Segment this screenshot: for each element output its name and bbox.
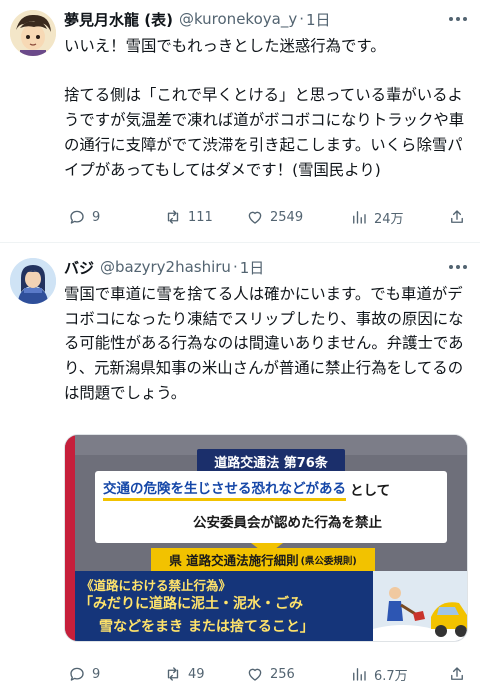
heart-icon bbox=[248, 668, 262, 681]
prohibited-acts-quote: 「みだりに道路に泥土・泥水・ごみ bbox=[79, 596, 303, 612]
separator: · bbox=[232, 258, 238, 276]
reply-icon bbox=[70, 667, 84, 681]
reply-count: 9 bbox=[92, 666, 101, 682]
share-icon bbox=[451, 667, 463, 680]
views-chart-icon bbox=[353, 211, 366, 224]
like-button[interactable]: 2549 bbox=[246, 208, 303, 226]
avatar-illustration-icon bbox=[10, 258, 56, 304]
views-button[interactable]: 24万 bbox=[350, 208, 404, 227]
tweet-header: 夢見月水龍 (表) @kuronekoya_y · 1日 bbox=[64, 8, 331, 30]
display-name[interactable]: バジ bbox=[64, 257, 94, 278]
tweet-paragraph: 捨てる側は「これで早くとける」と思っている輩がいるようですが気温差で凍れば道がボ… bbox=[64, 86, 465, 179]
avatar[interactable] bbox=[10, 10, 56, 56]
regulation-title: 県 道路交通法施行細則 (県公委規則) bbox=[151, 548, 375, 571]
tweet-divider bbox=[0, 242, 480, 243]
like-count: 256 bbox=[270, 666, 295, 682]
share-button[interactable] bbox=[448, 665, 466, 683]
retweet-count: 49 bbox=[188, 666, 205, 682]
retweet-button[interactable]: 111 bbox=[164, 208, 213, 226]
share-button[interactable] bbox=[448, 208, 466, 226]
regulation-title-text: 県 道路交通法施行細則 bbox=[169, 553, 299, 568]
tweet-text: いいえ！雪国でもれっきとした迷惑行為です。 捨てる側は「これで早くとける」と思っ… bbox=[64, 34, 468, 182]
share-icon bbox=[451, 210, 463, 223]
tweet-header: バジ @bazyry2hashiru · 1日 bbox=[64, 256, 264, 278]
law-article-line: 交通の危険を生じさせる恐れなどがある として bbox=[103, 477, 390, 501]
tweet-paragraph: いいえ！雪国でもれっきとした迷惑行為です。 bbox=[64, 37, 386, 55]
more-dots-icon bbox=[449, 265, 467, 269]
avatar-illustration-icon bbox=[10, 10, 56, 56]
tweet-text: 雪国で車道に雪を捨てる人は確かにいます。でも車道がデコボコになったり凍結でスリッ… bbox=[64, 282, 468, 406]
views-button[interactable]: 6.7万 bbox=[350, 665, 408, 684]
retweet-icon bbox=[167, 667, 179, 681]
tweet-paragraph: 雪国で車道に雪を捨てる人は確かにいます。でも車道がデコボコになったり凍結でスリッ… bbox=[64, 285, 464, 402]
more-options-button[interactable] bbox=[446, 256, 470, 278]
reply-count: 9 bbox=[92, 209, 101, 225]
snow-dumping-illustration-icon bbox=[373, 571, 467, 641]
views-chart-icon bbox=[353, 668, 366, 681]
timestamp[interactable]: 1日 bbox=[240, 257, 265, 278]
more-options-button[interactable] bbox=[446, 8, 470, 30]
like-button[interactable]: 256 bbox=[246, 665, 295, 683]
attached-image[interactable]: 道路交通法 第76条 交通の危険を生じさせる恐れなどがある として 公安委員会が… bbox=[64, 434, 468, 642]
views-count: 24万 bbox=[374, 211, 404, 227]
display-name[interactable]: 夢見月水龍 (表) bbox=[64, 9, 173, 30]
tweet-2[interactable]: バジ @bazyry2hashiru · 1日 雪国で車道に雪を捨てる人は確かに… bbox=[0, 248, 480, 696]
regulation-note: (県公委規則) bbox=[300, 555, 357, 567]
prohibited-acts-box: 《道路における禁止行為》 「みだりに道路に泥土・泥水・ごみ 雪などをまき または… bbox=[75, 571, 467, 641]
retweet-count: 111 bbox=[188, 209, 213, 225]
separator: · bbox=[299, 10, 304, 28]
user-handle[interactable]: @bazyry2hashiru bbox=[100, 258, 231, 276]
reply-icon bbox=[70, 210, 84, 224]
reply-button[interactable]: 9 bbox=[68, 208, 100, 226]
retweet-button[interactable]: 49 bbox=[164, 665, 205, 683]
tweet-1[interactable]: 夢見月水龍 (表) @kuronekoya_y · 1日 いいえ！雪国でもれっき… bbox=[0, 0, 480, 238]
more-dots-icon bbox=[449, 17, 467, 21]
timestamp[interactable]: 1日 bbox=[306, 9, 331, 30]
prohibited-acts-caption: 《道路における禁止行為》 bbox=[81, 578, 232, 593]
law-highlight-text: 交通の危険を生じさせる恐れなどがある bbox=[103, 477, 346, 501]
views-count: 6.7万 bbox=[374, 668, 408, 684]
law-highlight-tail: として bbox=[350, 483, 391, 499]
prohibited-acts-quote: 雪などをまき または捨てること」 bbox=[99, 619, 314, 635]
law-article-box: 交通の危険を生じさせる恐れなどがある として 公安委員会が認めた行為を禁止 bbox=[95, 471, 447, 543]
action-bar: 9 49 256 6.7万 bbox=[64, 663, 472, 685]
like-count: 2549 bbox=[270, 209, 304, 225]
law-article-line2: 公安委員会が認めた行為を禁止 bbox=[193, 515, 382, 531]
law-title: 道路交通法 第76条 bbox=[197, 449, 345, 473]
heart-icon bbox=[248, 211, 262, 224]
action-bar: 9 111 2549 24万 bbox=[64, 206, 472, 228]
avatar[interactable] bbox=[10, 258, 56, 304]
reply-button[interactable]: 9 bbox=[68, 665, 100, 683]
retweet-icon bbox=[167, 210, 179, 224]
image-band-left bbox=[65, 435, 75, 641]
user-handle[interactable]: @kuronekoya_y bbox=[179, 10, 297, 28]
